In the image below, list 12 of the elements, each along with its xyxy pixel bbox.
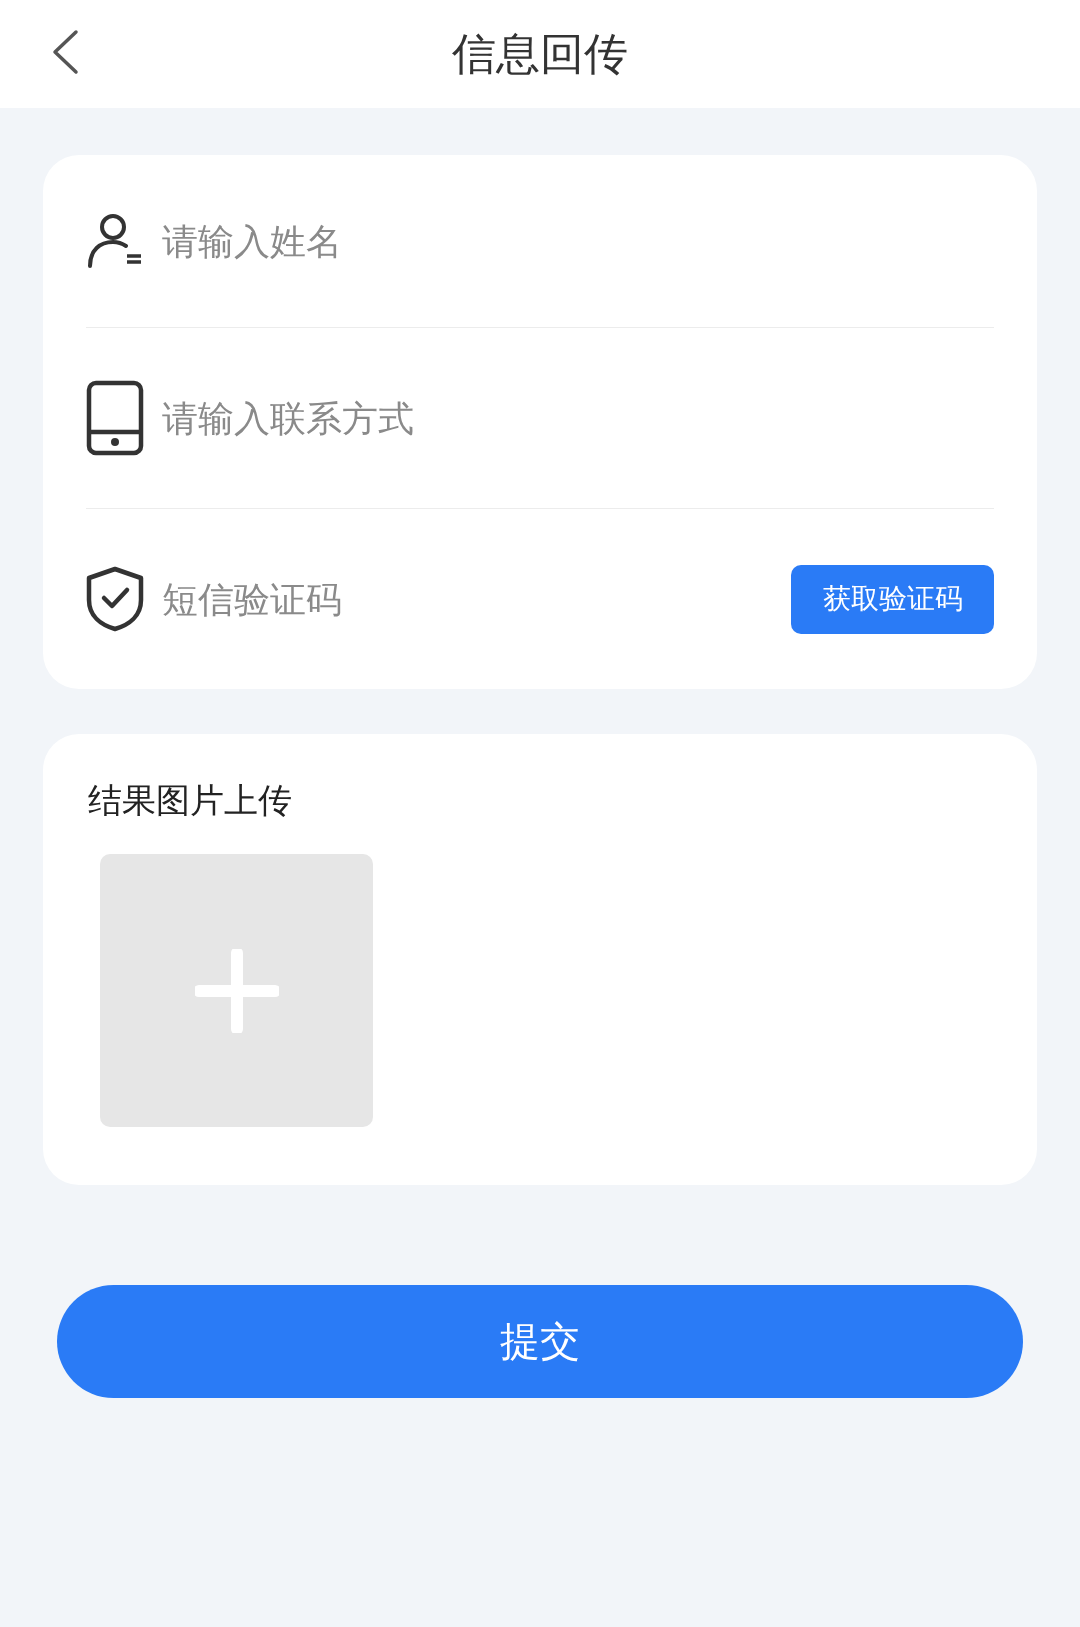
- page-title: 信息回传: [452, 26, 628, 81]
- back-icon[interactable]: [50, 29, 80, 75]
- plus-icon: [194, 948, 279, 1033]
- section-title: 结果图片上传: [88, 779, 293, 822]
- submit-button[interactable]: 提交: [57, 1285, 1023, 1398]
- user-icon: [86, 212, 144, 270]
- phone-field[interactable]: 请输入联系方式: [162, 397, 994, 439]
- name-field[interactable]: 请输入姓名: [162, 220, 994, 262]
- get-code-button[interactable]: 获取验证码: [791, 564, 994, 634]
- phone-icon: [86, 380, 144, 456]
- code-field[interactable]: 短信验证码: [162, 578, 791, 620]
- shield-icon: [86, 566, 144, 632]
